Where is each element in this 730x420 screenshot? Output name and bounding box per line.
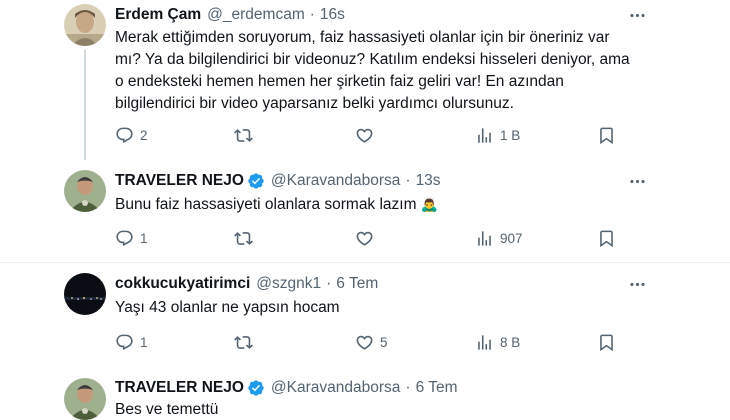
more-dots-icon [628,6,647,25]
reply-count: 1 [140,334,148,350]
bookmark-icon [597,229,616,248]
reply-button[interactable]: 2 [115,123,148,147]
bookmark-icon [597,126,616,145]
reply-icon [115,126,134,145]
timestamp[interactable]: 13s [416,172,441,190]
reply-icon [115,333,134,352]
views-count: 907 [500,230,523,246]
retweet-button[interactable] [234,330,253,354]
heart-icon [355,333,374,352]
avatar-photo [64,170,106,212]
more-button[interactable] [626,4,648,26]
views-chart-icon [475,333,494,352]
action-bar: 1 907 [107,226,632,250]
timestamp[interactable]: 6 Tem [336,275,378,293]
retweet-button[interactable] [234,123,253,147]
reply-count: 1 [140,230,148,246]
tweet-header: TRAVELER NEJO @Karavandaborsa · 6 Tem [115,377,458,399]
reply-count: 2 [140,127,148,143]
views-chart-icon [475,229,494,248]
tweet-text-line: Bes ve temettü [115,401,219,418]
author-handle[interactable]: @Karavandaborsa [271,379,400,397]
like-button[interactable]: 5 [355,330,388,354]
tweet-text-content: Bunu faiz hassasiyeti olanlara sormak la… [115,196,417,213]
timestamp[interactable]: 6 Tem [416,379,458,397]
tweet-text-line: Bunu faiz hassasiyeti olanlara sormak la… [115,193,615,216]
like-button[interactable] [355,123,374,147]
reply-button[interactable]: 1 [115,330,148,354]
separator-dot: · [309,6,315,23]
tweet-text: Bes ve temettü [115,399,615,420]
bookmark-button[interactable] [597,123,616,147]
views-count: 1 B [500,127,521,143]
bookmark-button[interactable] [597,330,616,354]
views-button[interactable]: 8 B [475,330,520,354]
tweet-header: Erdem Çam @_erdemcam · 16s [115,4,345,26]
author-name[interactable]: TRAVELER NEJO [115,172,244,190]
author-name[interactable]: TRAVELER NEJO [115,379,244,397]
avatar[interactable] [64,378,106,420]
retweet-icon [234,333,253,352]
tweet-header: cokkucukyatirimci @szgnk1 · 6 Tem [115,273,378,295]
avatar[interactable] [64,170,106,212]
tweet-header: TRAVELER NEJO @Karavandaborsa · 13s [115,170,441,192]
author-name[interactable]: cokkucukyatirimci [115,275,250,293]
avatar-photo [64,4,106,46]
reply-icon [115,229,134,248]
views-button[interactable]: 907 [475,226,523,250]
bowing-emoji: 🙇‍♂️ [420,196,439,212]
retweet-icon [234,126,253,145]
avatar-photo [64,378,106,420]
action-bar: 2 1 B [107,123,632,147]
avatar[interactable] [64,273,106,315]
verified-badge-icon [247,379,265,397]
bookmark-icon [597,333,616,352]
author-handle[interactable]: @Karavandaborsa [271,172,400,190]
action-bar: 1 5 8 B [107,330,632,354]
tweet-text-line: Yaşı 43 olanlar ne yapsın hocam [115,299,340,316]
avatar[interactable] [64,4,106,46]
separator-dot: · [326,275,332,292]
heart-icon [355,229,374,248]
tweet-text-line: bilgilendirici bir video yaparsanız belk… [115,95,514,112]
tweet-separator [0,262,730,263]
tweet-text-line: mı? Ya da bilgilendirici bir videonuz? K… [115,51,630,68]
like-count: 5 [380,334,388,350]
timestamp[interactable]: 16s [320,6,345,24]
tweet-text-line: Merak ettiğimden soruyorum, faiz hassasi… [115,29,610,46]
retweet-icon [234,229,253,248]
more-dots-icon [628,172,647,191]
retweet-button[interactable] [234,226,253,250]
tweet-text: Bunu faiz hassasiyeti olanlara sormak la… [115,193,615,216]
author-name[interactable]: Erdem Çam [115,6,201,24]
tweet-text-line: o endeksteki hemen hemen her şirketin fa… [115,73,564,90]
verified-badge-icon [247,172,265,190]
more-dots-icon [628,275,647,294]
thread-line [84,50,86,160]
bookmark-button[interactable] [597,226,616,250]
views-button[interactable]: 1 B [475,123,520,147]
reply-button[interactable]: 1 [115,226,148,250]
more-button[interactable] [626,170,648,192]
avatar-photo [64,273,106,315]
more-button[interactable] [626,273,648,295]
tweet-text: Yaşı 43 olanlar ne yapsın hocam [115,297,615,319]
author-handle[interactable]: @_erdemcam [207,6,305,24]
tweet-text: Merak ettiğimden soruyorum, faiz hassasi… [115,27,630,115]
separator-dot: · [405,379,411,396]
author-handle[interactable]: @szgnk1 [256,275,321,293]
views-count: 8 B [500,334,521,350]
heart-icon [355,126,374,145]
like-button[interactable] [355,226,374,250]
views-chart-icon [475,126,494,145]
separator-dot: · [405,172,411,189]
